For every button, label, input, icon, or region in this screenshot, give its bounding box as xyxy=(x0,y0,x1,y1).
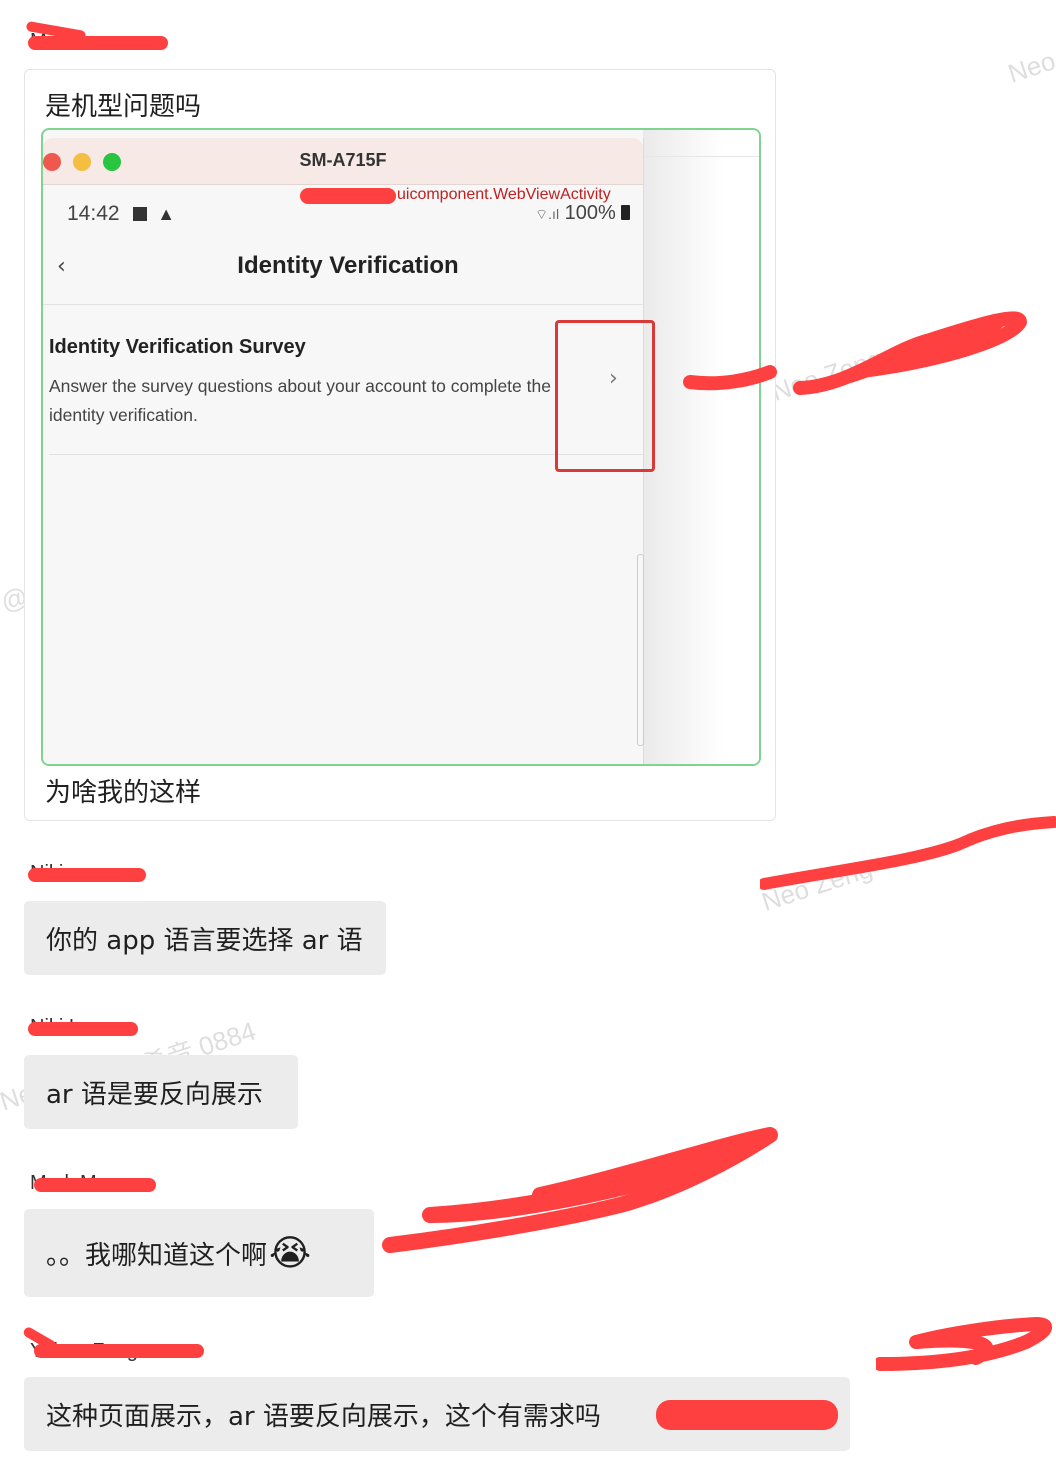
time-text: 14:42 xyxy=(67,202,120,225)
message-text: 。。我哪知道这个啊 xyxy=(46,1240,268,1271)
redaction-scribble xyxy=(382,1127,778,1253)
redaction-mark xyxy=(34,1344,204,1358)
status-right: ⌔.ıl 100% xyxy=(535,202,631,225)
message-text: 你的 app 语言要选择 ar 语 xyxy=(46,925,363,956)
redaction-mark xyxy=(28,1022,138,1036)
survey-title[interactable]: Identity Verification Survey xyxy=(49,336,306,359)
app-navbar: ‹ Identity Verification xyxy=(43,234,643,305)
chat-bubble[interactable]: 你的 app 语言要选择 ar 语 xyxy=(24,901,386,975)
screenshot-image[interactable]: SM-A715F uicomponent.WebViewActivity 14:… xyxy=(41,128,761,766)
redaction-mark xyxy=(34,1178,156,1192)
redaction-scribble xyxy=(876,1317,1053,1371)
warning-icon: ▲ xyxy=(157,204,176,224)
emulator-titlebar: SM-A715F xyxy=(43,138,643,185)
scrollbar[interactable] xyxy=(637,554,644,746)
battery-icon xyxy=(621,205,631,220)
message-text: ar 语是要反向展示 xyxy=(46,1079,263,1110)
redaction-mark xyxy=(28,36,168,50)
message-text: 这种页面展示，ar 语要反向展示，这个有需求吗 xyxy=(46,1401,601,1432)
crying-face-icon: 😭 xyxy=(269,1232,312,1274)
message-text: 是机型问题吗 xyxy=(45,92,202,122)
signal-icon: ⌔.ıl xyxy=(535,206,560,222)
redaction-mark xyxy=(28,868,146,882)
device-title: SM-A715F xyxy=(299,150,387,170)
divider xyxy=(643,156,759,157)
highlight-box xyxy=(555,320,655,472)
redaction-scribble xyxy=(760,816,1056,890)
redaction-scribble xyxy=(683,311,1027,395)
page-title: Identity Verification xyxy=(237,252,459,279)
emulator-window: SM-A715F uicomponent.WebViewActivity 14:… xyxy=(43,138,655,764)
status-time: 14:42 ▲ xyxy=(67,202,175,226)
message-text: 为啥我的这样 xyxy=(45,778,202,808)
watermark-text: Neo xyxy=(1004,45,1056,89)
notification-icon xyxy=(133,207,148,221)
message-card: 是机型问题吗 SM-A715F uicomponent.WebViewActiv… xyxy=(24,69,776,821)
chat-bubble[interactable]: 。。我哪知道这个啊 😭 xyxy=(24,1209,374,1297)
survey-description: Answer the survey questions about your a… xyxy=(49,376,551,425)
battery-text: 100% xyxy=(564,202,616,224)
divider xyxy=(49,454,643,455)
redaction-mark xyxy=(300,188,396,204)
screenshot-shadow xyxy=(643,130,759,764)
chat-bubble[interactable]: ar 语是要反向展示 xyxy=(24,1055,298,1129)
redaction-mark xyxy=(656,1400,838,1430)
